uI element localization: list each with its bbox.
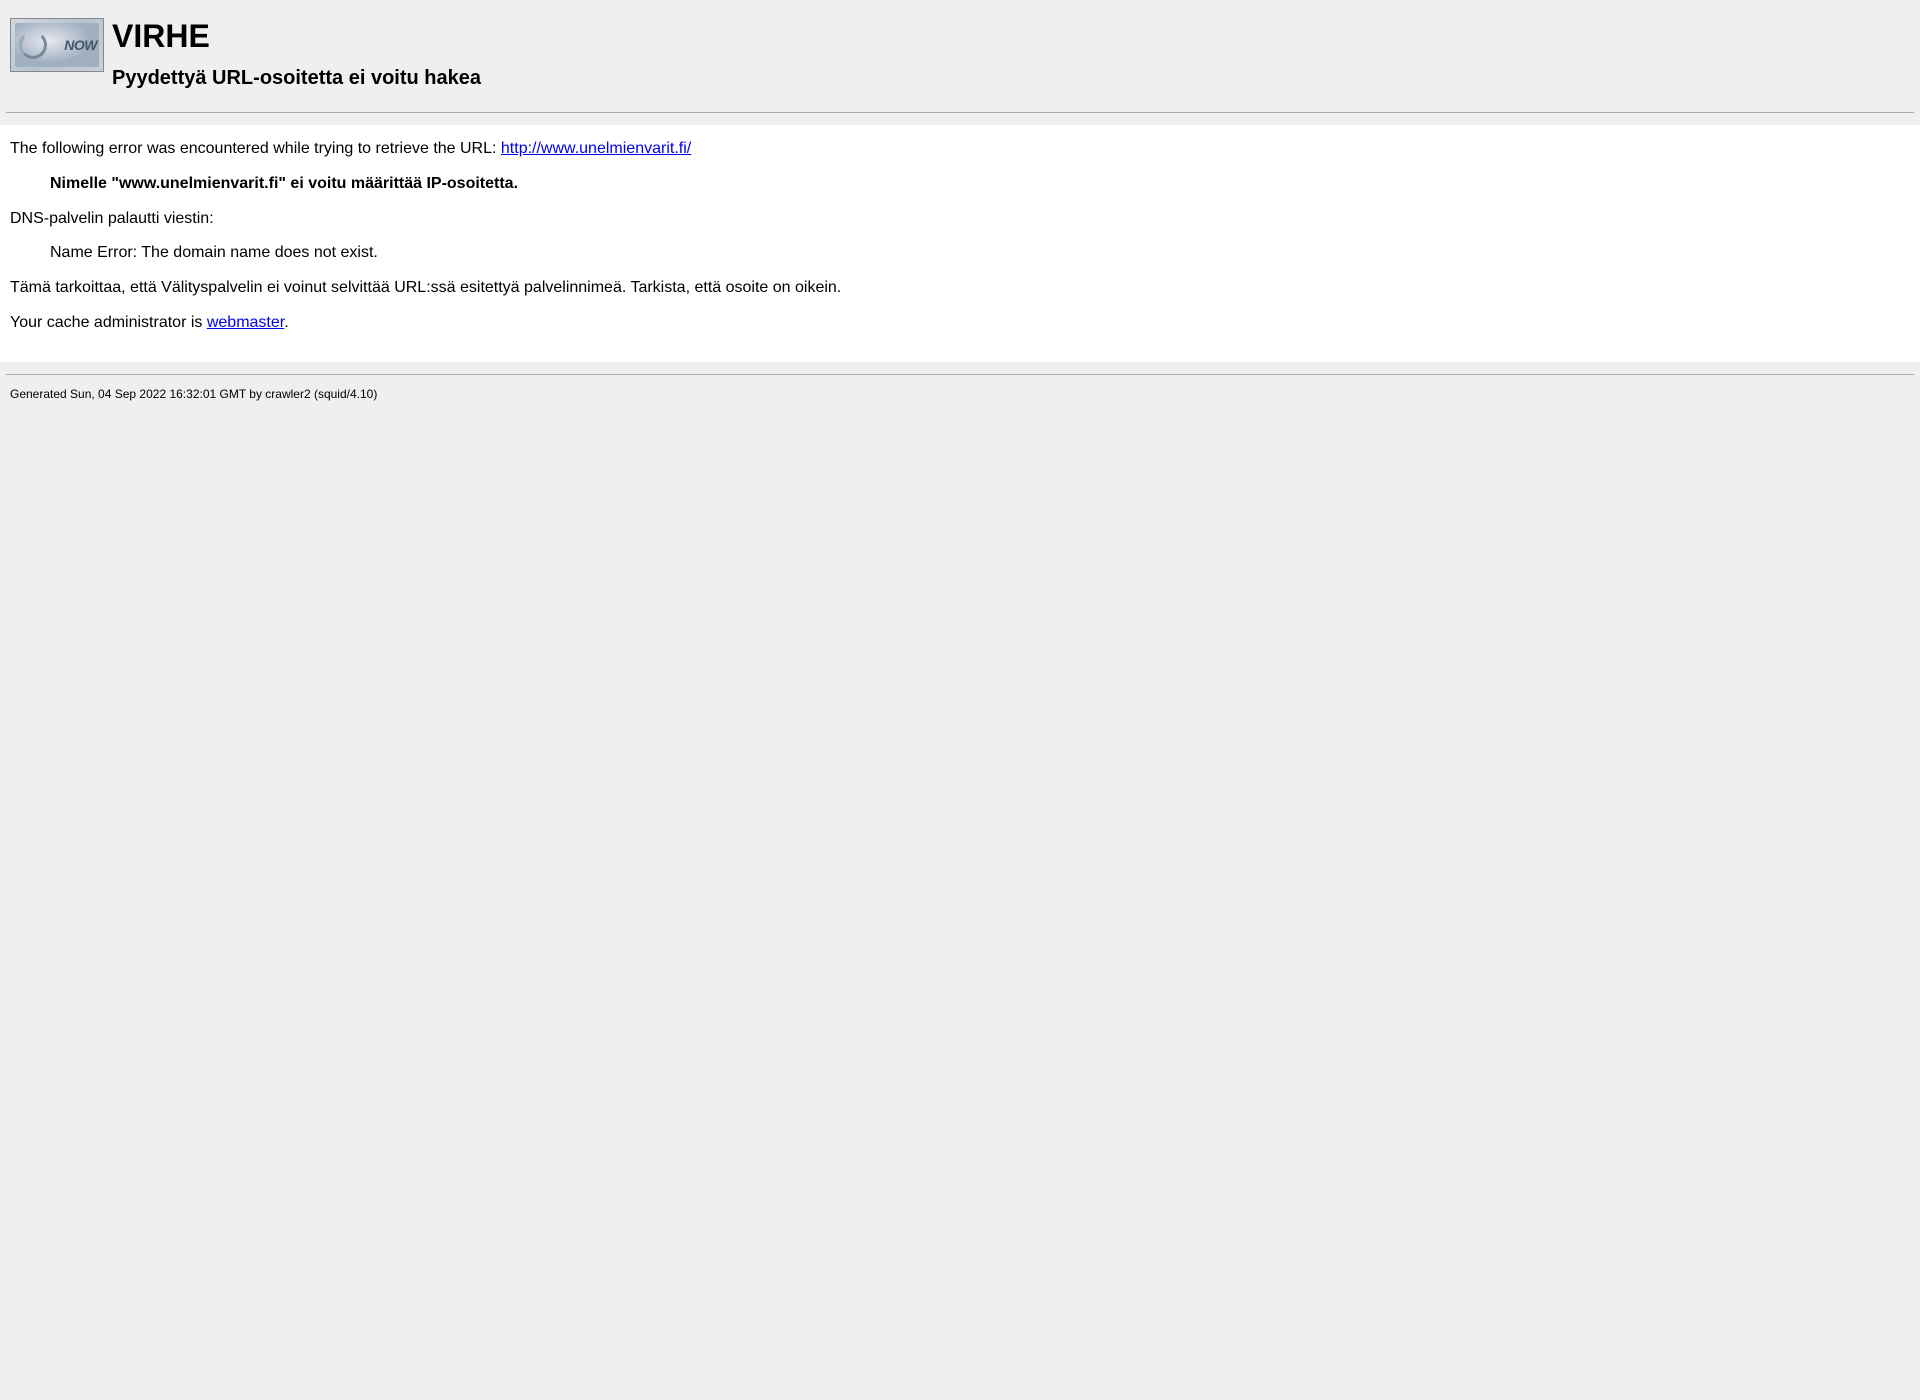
header-text-block: VIRHE Pyydettyä URL-osoitetta ei voitu h… xyxy=(112,18,481,90)
dns-message: Name Error: The domain name does not exi… xyxy=(50,243,1910,264)
error-content: The following error was encountered whil… xyxy=(0,125,1920,362)
admin-suffix: . xyxy=(284,314,288,331)
error-detail: Nimelle "www.unelmienvarit.fi" ei voitu … xyxy=(50,174,1910,195)
footer: Generated Sun, 04 Sep 2022 16:32:01 GMT … xyxy=(0,387,1920,401)
divider-top xyxy=(6,112,1914,113)
error-header: NOW VIRHE Pyydettyä URL-osoitetta ei voi… xyxy=(0,0,1920,100)
logo-text: NOW xyxy=(64,37,97,53)
admin-line: Your cache administrator is webmaster. xyxy=(10,313,1910,334)
error-title: VIRHE xyxy=(112,18,481,55)
admin-intro: Your cache administrator is xyxy=(10,314,207,331)
error-intro-text: The following error was encountered whil… xyxy=(10,140,501,157)
squid-logo: NOW xyxy=(10,18,104,72)
error-subtitle: Pyydettyä URL-osoitetta ei voitu hakea xyxy=(112,67,481,90)
dns-intro: DNS-palvelin palautti viestin: xyxy=(10,209,1910,230)
explanation: Tämä tarkoittaa, että Välityspalvelin ei… xyxy=(10,278,1910,299)
divider-bottom xyxy=(6,374,1914,375)
failed-url-link[interactable]: http://www.unelmienvarit.fi/ xyxy=(501,140,691,157)
error-intro-line: The following error was encountered whil… xyxy=(10,139,1910,160)
generated-timestamp: Generated Sun, 04 Sep 2022 16:32:01 GMT … xyxy=(10,387,1910,401)
webmaster-link[interactable]: webmaster xyxy=(207,314,284,331)
